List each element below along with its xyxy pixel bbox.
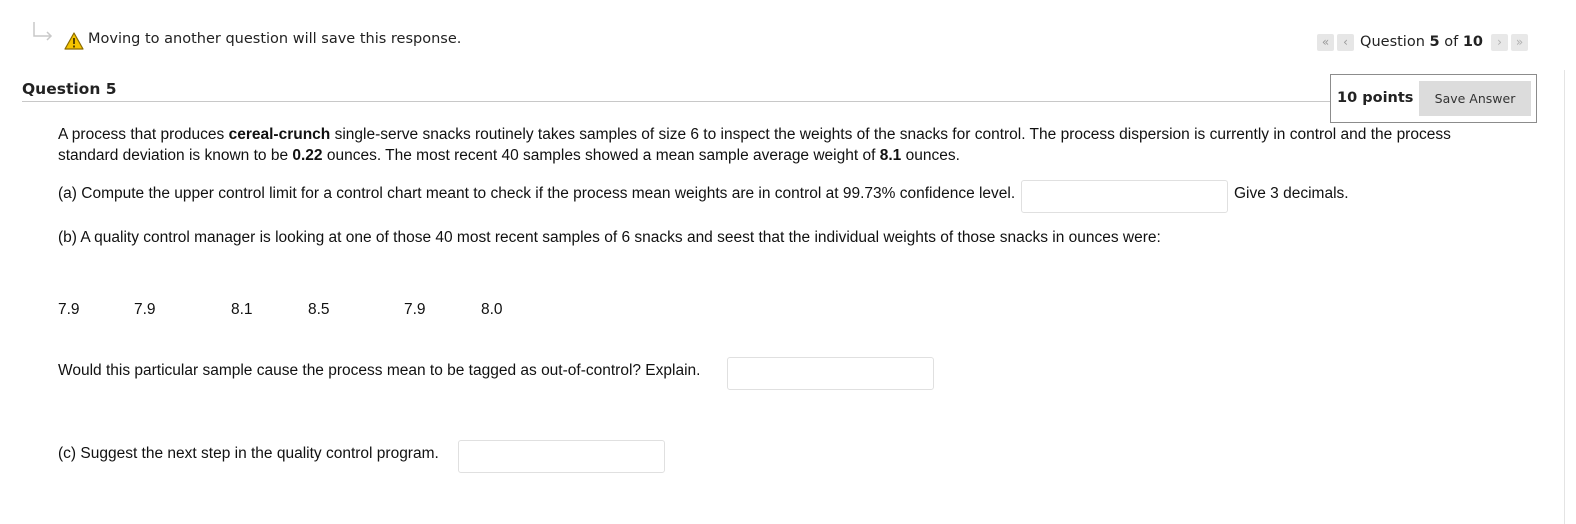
intro-text-4: ounces. [901, 147, 960, 164]
intro-product: cereal-crunch [228, 126, 331, 143]
weight-value: 7.9 [58, 301, 80, 318]
previous-question-button[interactable]: ‹ [1337, 33, 1355, 51]
weight-value: 7.9 [134, 301, 156, 318]
part-b-prompt: (b) A quality control manager is looking… [58, 229, 1161, 246]
pager-total: 10 [1462, 34, 1483, 50]
question-header: Question 5 [22, 80, 1532, 102]
next-question-button[interactable]: › [1491, 33, 1508, 51]
question-pager: « ‹ Question 5 of 10 › » [1314, 33, 1528, 51]
points-box: 10 points Save Answer [1330, 74, 1537, 123]
double-chevron-left-icon: « [1321, 35, 1330, 49]
save-warning-text: Moving to another question will save thi… [88, 31, 462, 47]
intro-text-3: ounces. The most recent 40 samples showe… [322, 147, 880, 164]
explain-prompt: Would this particular sample cause the p… [58, 362, 701, 379]
pager-current: 5 [1429, 34, 1440, 50]
chevron-left-icon: ‹ [1343, 35, 1348, 49]
intro-sigma: 0.22 [292, 147, 323, 164]
part-a-prompt: (a) Compute the upper control limit for … [58, 185, 1016, 202]
intro-text-1: A process that produces [58, 126, 229, 143]
save-answer-button[interactable]: Save Answer [1419, 81, 1531, 116]
warning-icon [64, 32, 84, 50]
weight-value: 8.5 [308, 301, 330, 318]
part-c-answer-input[interactable] [458, 440, 665, 473]
part-c-prompt: (c) Suggest the next step in the quality… [58, 445, 439, 462]
weight-value: 8.1 [231, 301, 253, 318]
weight-value: 8.0 [481, 301, 503, 318]
part-a-hint: Give 3 decimals. [1234, 185, 1349, 202]
last-question-button[interactable]: » [1511, 33, 1528, 51]
top-bar: Moving to another question will save thi… [0, 0, 1576, 70]
question-title: Question 5 [22, 80, 117, 98]
points-label: 10 points [1337, 90, 1414, 106]
return-arrow-icon [33, 22, 53, 41]
weight-value: 7.9 [404, 301, 426, 318]
question-intro: A process that produces cereal-crunch si… [58, 124, 1498, 166]
explain-answer-input[interactable] [727, 357, 934, 390]
intro-mean: 8.1 [879, 147, 902, 164]
pager-prefix: Question [1360, 34, 1425, 50]
right-divider [1564, 70, 1565, 524]
first-question-button[interactable]: « [1317, 33, 1335, 51]
chevron-right-icon: › [1497, 35, 1502, 49]
pager-label: Question 5 of 10 [1360, 34, 1483, 50]
double-chevron-right-icon: » [1515, 35, 1524, 49]
part-a-answer-input[interactable] [1021, 180, 1228, 213]
pager-of: of [1444, 34, 1459, 50]
